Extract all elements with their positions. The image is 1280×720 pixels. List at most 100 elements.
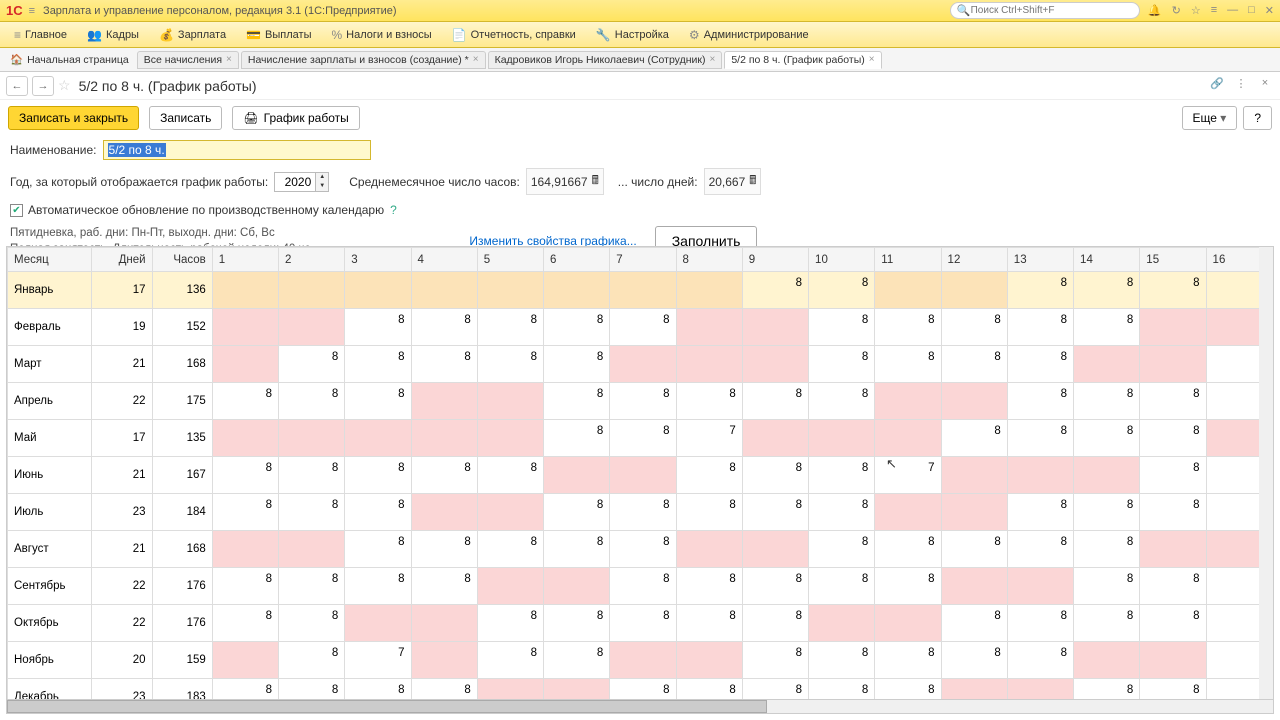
help-button[interactable]: ?	[1243, 106, 1272, 130]
cell-day[interactable]: 8	[809, 568, 875, 605]
cell-day[interactable]	[1140, 642, 1206, 679]
menu-zarplata[interactable]: 💰Зарплата	[151, 26, 234, 44]
cell-day[interactable]: 8	[477, 642, 543, 679]
menu-admin[interactable]: ⚙Администрирование	[681, 26, 817, 44]
cell-day[interactable]	[809, 420, 875, 457]
table-row[interactable]: Май 17 1358878888	[8, 420, 1273, 457]
cell-day[interactable]	[544, 679, 610, 700]
name-input[interactable]: 5/2 по 8 ч.	[103, 140, 371, 160]
cell-day[interactable]: 8	[676, 494, 742, 531]
cell-day[interactable]: 8	[941, 309, 1007, 346]
col-day-13[interactable]: 13	[1007, 248, 1073, 272]
more-button[interactable]: Еще	[1182, 106, 1238, 130]
cell-day[interactable]	[610, 272, 676, 309]
cell-day[interactable]: 8	[1140, 568, 1206, 605]
tab-home[interactable]: 🏠Начальная страница	[4, 51, 135, 68]
cell-day[interactable]: 8	[411, 457, 477, 494]
cell-day[interactable]: 8	[1007, 494, 1073, 531]
cell-day[interactable]	[875, 605, 941, 642]
nav-forward-button[interactable]: →	[32, 76, 54, 96]
spin-up-icon[interactable]: ▲	[316, 173, 328, 182]
menu-bars-icon[interactable]: ≡	[1211, 4, 1217, 17]
cell-day[interactable]: 8	[809, 457, 875, 494]
scrollbar-thumb[interactable]	[7, 700, 767, 713]
cell-day[interactable]	[411, 494, 477, 531]
cell-day[interactable]: 8	[809, 346, 875, 383]
col-day-10[interactable]: 10	[809, 248, 875, 272]
cell-day[interactable]: 8	[809, 272, 875, 309]
auto-update-checkbox[interactable]: ✔Автоматическое обновление по производст…	[10, 203, 384, 217]
cell-day[interactable]	[941, 568, 1007, 605]
cell-day[interactable]: 8	[411, 568, 477, 605]
col-day-1[interactable]: 1	[212, 248, 278, 272]
cell-day[interactable]	[941, 679, 1007, 700]
tab-schedule[interactable]: 5/2 по 8 ч. (График работы)×	[724, 51, 881, 69]
col-day-4[interactable]: 4	[411, 248, 477, 272]
cell-day[interactable]	[212, 642, 278, 679]
cell-day[interactable]	[279, 531, 345, 568]
help-question-icon[interactable]: ?	[390, 203, 397, 217]
cell-day[interactable]: 8	[610, 679, 676, 700]
cell-day[interactable]: 8	[345, 679, 411, 700]
cell-day[interactable]: 8	[676, 568, 742, 605]
cell-day[interactable]	[411, 383, 477, 420]
cell-day[interactable]: 8	[941, 346, 1007, 383]
table-row[interactable]: Сентябрь 22 176888888888888	[8, 568, 1273, 605]
cell-day[interactable]: 8	[1074, 494, 1140, 531]
cell-day[interactable]: 8	[411, 309, 477, 346]
col-day-14[interactable]: 14	[1074, 248, 1140, 272]
tab-accrual-create[interactable]: Начисление зарплаты и взносов (создание)…	[241, 51, 486, 69]
col-day-8[interactable]: 8	[676, 248, 742, 272]
cell-day[interactable]	[941, 272, 1007, 309]
close-icon[interactable]: ×	[226, 54, 232, 65]
cell-day[interactable]: 8	[1140, 457, 1206, 494]
cell-day[interactable]: 8	[610, 420, 676, 457]
cell-day[interactable]: 8	[610, 531, 676, 568]
cell-day[interactable]	[875, 272, 941, 309]
cell-day[interactable]: 8	[279, 346, 345, 383]
cell-day[interactable]: 8	[279, 383, 345, 420]
calc-icon[interactable]: 🖩	[749, 171, 756, 192]
cell-day[interactable]	[809, 605, 875, 642]
cell-day[interactable]: 8	[875, 309, 941, 346]
cell-day[interactable]: 7	[875, 457, 941, 494]
cell-day[interactable]: 8	[1140, 494, 1206, 531]
cell-day[interactable]	[1007, 457, 1073, 494]
cell-day[interactable]: 8	[742, 568, 808, 605]
cell-day[interactable]: 8	[544, 420, 610, 457]
cell-day[interactable]	[477, 679, 543, 700]
table-row[interactable]: Январь 17 136888888	[8, 272, 1273, 309]
cell-day[interactable]: 8	[742, 605, 808, 642]
menu-vyplaty[interactable]: 💳Выплаты	[238, 26, 319, 44]
cell-day[interactable]	[212, 531, 278, 568]
cell-day[interactable]: 8	[941, 420, 1007, 457]
cell-day[interactable]	[875, 383, 941, 420]
cell-day[interactable]: 8	[941, 642, 1007, 679]
cell-day[interactable]: 8	[875, 642, 941, 679]
cell-day[interactable]: 7	[345, 642, 411, 679]
cell-day[interactable]: 8	[1140, 272, 1206, 309]
tab-all-accruals[interactable]: Все начисления×	[137, 51, 239, 69]
cell-day[interactable]: 8	[544, 605, 610, 642]
cell-day[interactable]	[345, 272, 411, 309]
cell-day[interactable]	[279, 272, 345, 309]
cell-day[interactable]	[477, 383, 543, 420]
cell-day[interactable]: 8	[676, 679, 742, 700]
cell-day[interactable]: 8	[345, 531, 411, 568]
cell-day[interactable]: 8	[477, 309, 543, 346]
cell-day[interactable]	[1007, 568, 1073, 605]
cell-day[interactable]	[742, 309, 808, 346]
col-day-11[interactable]: 11	[875, 248, 941, 272]
table-row[interactable]: Август 21 1688888888888	[8, 531, 1273, 568]
cell-day[interactable]: 8	[544, 642, 610, 679]
close-page-icon[interactable]: ×	[1256, 77, 1274, 95]
cell-day[interactable]: 8	[345, 494, 411, 531]
col-hours[interactable]: Часов	[152, 248, 212, 272]
cell-day[interactable]: 8	[809, 309, 875, 346]
table-row[interactable]: Март 21 1688888888888	[8, 346, 1273, 383]
calc-icon[interactable]: 🖩	[592, 171, 599, 192]
cell-day[interactable]: 8	[345, 346, 411, 383]
col-day-3[interactable]: 3	[345, 248, 411, 272]
close-icon[interactable]: ×	[709, 54, 715, 65]
maximize-icon[interactable]: □	[1248, 4, 1255, 17]
